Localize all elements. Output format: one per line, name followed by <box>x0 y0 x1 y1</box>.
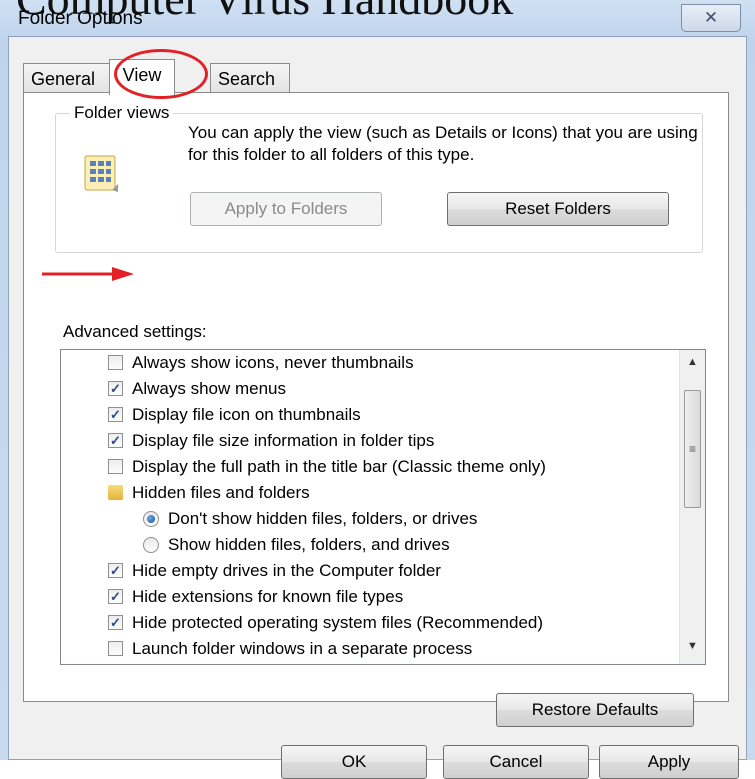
list-item[interactable]: ✓ Hide extensions for known file types <box>61 584 671 610</box>
list-item[interactable]: ✓ Hide protected operating system files … <box>61 610 671 636</box>
tab-general-label: General <box>31 69 96 89</box>
folder-views-icon <box>84 155 118 192</box>
list-item-label: Hide extensions for known file types <box>132 587 404 606</box>
list-item[interactable]: ✓ Display file size information in folde… <box>61 428 671 454</box>
view-tab-highlight-circle <box>114 49 208 99</box>
checkbox[interactable] <box>108 355 123 370</box>
list-item[interactable]: Display the full path in the title bar (… <box>61 454 671 480</box>
list-item[interactable]: Show hidden files, folders, and drives <box>61 532 671 558</box>
tab-search-label: Search <box>218 69 276 89</box>
checkbox[interactable]: ✓ <box>108 615 123 630</box>
list-item-label: Always show menus <box>132 379 287 398</box>
window-title: Folder Options <box>18 8 143 29</box>
checkbox[interactable] <box>108 641 123 656</box>
list-item-label: Hide protected operating system files (R… <box>132 613 544 632</box>
list-item-label: Don't show hidden files, folders, or dri… <box>168 509 478 528</box>
folder-views-group: Folder views You can apply the view (suc… <box>55 103 703 253</box>
list-item[interactable]: Always show icons, never thumbnails <box>61 350 671 376</box>
tab-general[interactable]: General <box>23 63 111 93</box>
folder-icon <box>108 485 123 500</box>
reset-folders-button[interactable]: Reset Folders <box>447 192 669 226</box>
list-item-label: Always show icons, never thumbnails <box>132 353 414 372</box>
scrollbar-thumb[interactable]: ≡ <box>684 390 701 508</box>
checkbox[interactable]: ✓ <box>108 407 123 422</box>
folder-views-legend: Folder views <box>70 103 174 123</box>
dialog-client-area: General View Search Folder views You can… <box>8 36 747 779</box>
list-item-label: Launch folder windows in a separate proc… <box>132 639 473 658</box>
checkbox[interactable]: ✓ <box>108 381 123 396</box>
ok-button[interactable]: OK <box>281 745 427 779</box>
list-item-label: Display the full path in the title bar (… <box>132 457 546 476</box>
list-item[interactable]: ✓ Display file icon on thumbnails <box>61 402 671 428</box>
list-item[interactable]: Don't show hidden files, folders, or dri… <box>61 506 671 532</box>
list-item-label: Show hidden files, folders, and drives <box>168 535 450 554</box>
apply-button[interactable]: Apply <box>599 745 739 779</box>
restore-defaults-button[interactable]: Restore Defaults <box>496 693 694 727</box>
folder-options-dialog: Folder Options ✕ General View Search Fol… <box>0 0 755 779</box>
red-arrow-icon <box>42 267 134 281</box>
tab-search[interactable]: Search <box>210 63 290 93</box>
checkbox[interactable] <box>108 459 123 474</box>
list-item-label: Hidden files and folders <box>132 483 310 502</box>
scroll-grip-icon: ≡ <box>688 442 696 456</box>
list-item: Hidden files and folders <box>61 480 671 506</box>
list-item[interactable]: ✓ Always show menus <box>61 376 671 402</box>
scroll-down-arrow-icon[interactable]: ▼ <box>680 634 705 658</box>
checkbox[interactable]: ✓ <box>108 589 123 604</box>
radio-button[interactable] <box>143 537 159 553</box>
list-item-label: Display file size information in folder … <box>132 431 435 450</box>
folder-views-description: You can apply the view (such as Details … <box>188 123 698 164</box>
list-item[interactable]: ✓ Hide empty drives in the Computer fold… <box>61 558 671 584</box>
advanced-settings-list: Always show icons, never thumbnails ✓ Al… <box>60 349 706 665</box>
advanced-settings-label: Advanced settings: <box>63 322 207 341</box>
apply-to-folders-button[interactable]: Apply to Folders <box>190 192 382 226</box>
view-tab-panel: Folder views You can apply the view (suc… <box>23 92 729 727</box>
cancel-button[interactable]: Cancel <box>443 745 589 779</box>
vertical-scrollbar[interactable]: ▲ ≡ ▼ <box>679 350 705 664</box>
checkbox[interactable]: ✓ <box>108 563 123 578</box>
checkbox[interactable]: ✓ <box>108 433 123 448</box>
list-item[interactable]: Launch folder windows in a separate proc… <box>61 636 671 662</box>
scroll-up-arrow-icon[interactable]: ▲ <box>680 350 705 374</box>
list-item-label: Display file icon on thumbnails <box>132 405 361 424</box>
list-item-label: Hide empty drives in the Computer folder <box>132 561 441 580</box>
radio-button[interactable] <box>143 511 159 527</box>
